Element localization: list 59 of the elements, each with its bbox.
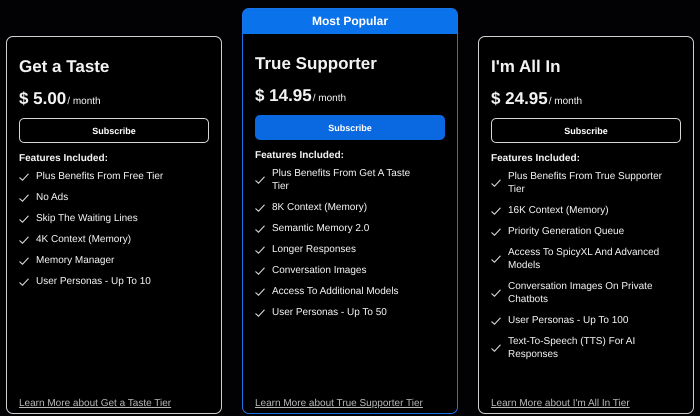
feature-text: Priority Generation Queue xyxy=(508,225,624,238)
feature-text: No Ads xyxy=(36,191,68,204)
check-icon xyxy=(491,228,501,236)
check-icon xyxy=(255,224,265,232)
feature-text: Access To Additional Models xyxy=(272,285,399,298)
check-icon xyxy=(491,316,501,324)
check-icon xyxy=(255,246,265,254)
check-icon xyxy=(491,344,501,352)
check-icon xyxy=(491,289,501,297)
check-icon xyxy=(255,204,265,212)
check-icon xyxy=(491,206,501,214)
learn-more-link[interactable]: Learn More about True Supporter Tier xyxy=(255,398,423,409)
feature-text: User Personas - Up To 100 xyxy=(508,314,628,327)
feature-text: Conversation Images xyxy=(272,264,366,277)
check-icon xyxy=(19,256,29,264)
feature-text: Skip The Waiting Lines xyxy=(36,212,138,225)
check-icon xyxy=(255,176,265,184)
check-icon xyxy=(19,236,29,244)
feature-text: User Personas - Up To 50 xyxy=(272,306,387,319)
price-period: / month xyxy=(67,96,101,107)
price-period: / month xyxy=(548,96,582,107)
feature-text: 16K Context (Memory) xyxy=(508,204,609,217)
subscribe-button[interactable]: Subscribe xyxy=(19,118,209,143)
learn-more-link[interactable]: Learn More about Get a Taste Tier xyxy=(19,398,172,409)
subscribe-button[interactable]: Subscribe xyxy=(491,118,681,143)
feature-text: Plus Benefits From Get A Taste Tier xyxy=(272,167,412,193)
check-icon xyxy=(255,308,265,316)
features-heading: Features Included: xyxy=(491,153,581,164)
features-heading: Features Included: xyxy=(19,153,109,164)
features-heading: Features Included: xyxy=(255,150,345,161)
feature-text: Memory Manager xyxy=(36,254,114,267)
feature-text: Text-To-Speech (TTS) For AI Responses xyxy=(508,335,636,361)
check-icon xyxy=(19,214,29,222)
plan-title: I'm All In xyxy=(491,57,562,77)
feature-text: 8K Context (Memory) xyxy=(272,201,368,214)
plan-badge: Most Popular xyxy=(243,9,457,34)
feature-text: 4K Context (Memory) xyxy=(36,233,132,246)
feature-text: Plus Benefits From True Supporter Tier xyxy=(508,170,663,196)
feature-text: Conversation Images On Private Chatbots xyxy=(508,280,654,306)
plan-price: $ 24.95 xyxy=(491,89,548,109)
check-icon xyxy=(19,172,29,180)
check-icon xyxy=(491,255,501,263)
feature-text: Semantic Memory 2.0 xyxy=(272,222,370,235)
feature-text: Access To SpicyXL And Advanced Models xyxy=(508,246,660,272)
plan-price: $ 5.00 xyxy=(19,89,66,109)
price-period: / month xyxy=(312,93,346,104)
feature-text: Longer Responses xyxy=(272,243,356,256)
check-icon xyxy=(255,266,265,274)
check-icon xyxy=(255,288,265,296)
feature-text: Plus Benefits From Free Tier xyxy=(36,170,164,183)
plan-title: True Supporter xyxy=(255,54,378,74)
check-icon xyxy=(491,179,501,187)
check-icon xyxy=(19,278,29,286)
learn-more-link[interactable]: Learn More about I'm All In Tier xyxy=(491,398,630,409)
plan-title: Get a Taste xyxy=(19,57,110,77)
plan-price: $ 14.95 xyxy=(255,86,312,106)
feature-text: User Personas - Up To 10 xyxy=(36,275,151,288)
check-icon xyxy=(19,194,29,202)
subscribe-button[interactable]: Subscribe xyxy=(255,115,445,140)
